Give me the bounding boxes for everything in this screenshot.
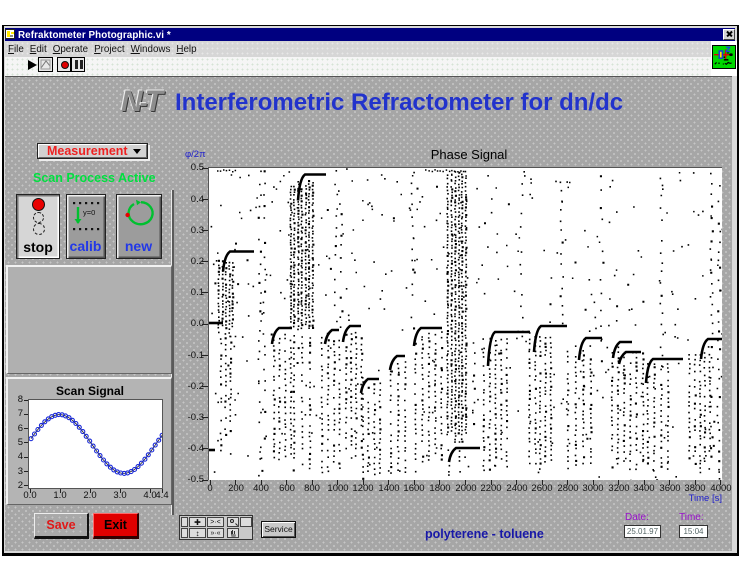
svg-text:y=0: y=0 — [83, 208, 95, 217]
